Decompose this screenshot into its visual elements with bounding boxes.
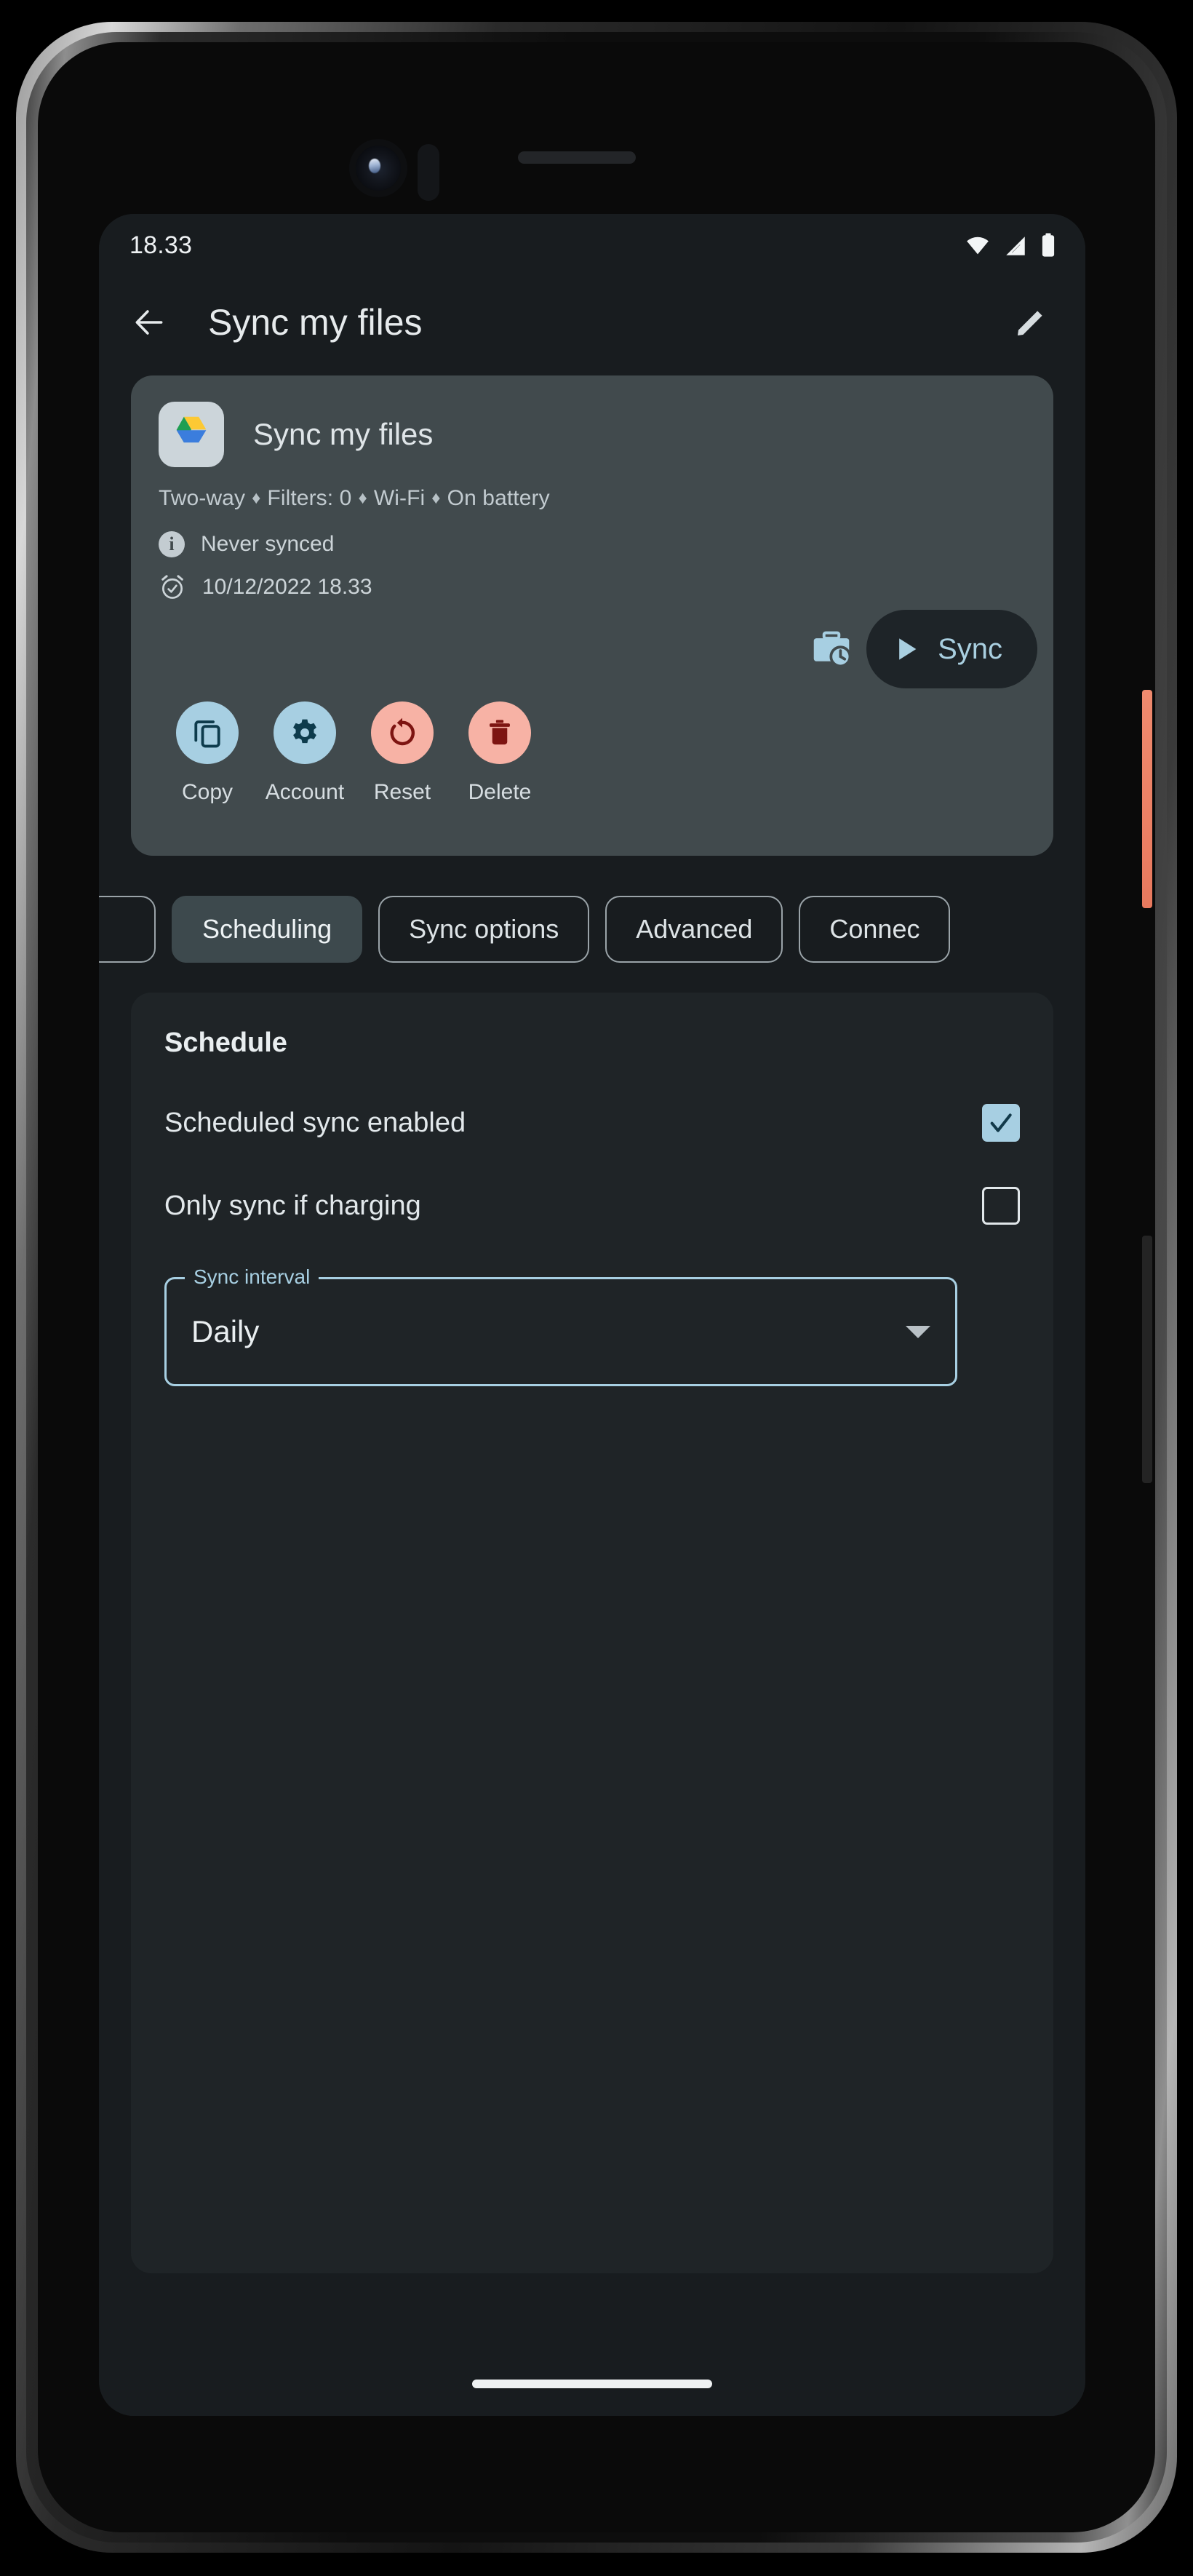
arrow-back-icon bbox=[135, 310, 163, 335]
account-button[interactable] bbox=[274, 701, 336, 764]
power-button[interactable] bbox=[1142, 690, 1152, 908]
detail-separator: ♦ bbox=[252, 488, 261, 508]
sync-button[interactable]: Sync bbox=[866, 610, 1037, 688]
screenshot-root: 18.33 Sync my files Sync my files Two-wa… bbox=[0, 0, 1193, 2576]
copy-action[interactable]: Copy bbox=[159, 701, 256, 805]
briefcase-clock-icon bbox=[813, 631, 852, 668]
sync-interval-select[interactable]: Daily bbox=[164, 1277, 957, 1386]
chevron-down-icon bbox=[906, 1325, 930, 1338]
sync-cluster: Sync bbox=[797, 610, 1037, 688]
drive-glyph bbox=[176, 416, 207, 443]
camera-glint bbox=[369, 159, 380, 173]
reset-action[interactable]: Reset bbox=[354, 701, 451, 805]
tab-connection[interactable]: Connec bbox=[799, 896, 951, 963]
account-label: Account bbox=[265, 780, 345, 804]
sync-interval-label: Sync interval bbox=[185, 1265, 319, 1289]
scheduled-sync-enabled-checkbox[interactable] bbox=[982, 1104, 1020, 1142]
account-action[interactable]: Account bbox=[256, 701, 354, 805]
tab-clipped-left[interactable] bbox=[99, 896, 156, 963]
copy-label: Copy bbox=[181, 780, 234, 804]
phone-screen: 18.33 Sync my files Sync my files Two-wa… bbox=[99, 214, 1085, 2416]
sync-interval-field[interactable]: Daily Sync interval bbox=[164, 1265, 957, 1386]
delete-label: Delete bbox=[468, 780, 532, 804]
detail-network: Wi-Fi bbox=[373, 486, 426, 510]
status-bar: 18.33 bbox=[99, 214, 1085, 277]
sync-status-row: i Never synced bbox=[131, 511, 1053, 557]
reset-icon bbox=[390, 717, 415, 746]
checkmark-icon bbox=[990, 1113, 1012, 1132]
volume-button[interactable] bbox=[1142, 1236, 1152, 1483]
detail-sync-type: Two-way bbox=[159, 486, 246, 510]
edit-button[interactable] bbox=[1002, 294, 1059, 351]
copy-button[interactable] bbox=[176, 701, 239, 764]
schedule-panel: Schedule Scheduled sync enabled Only syn… bbox=[131, 993, 1053, 2273]
wifi-icon bbox=[967, 236, 989, 255]
detail-power: On battery bbox=[447, 486, 550, 510]
reset-button[interactable] bbox=[371, 701, 434, 764]
gear-icon bbox=[293, 719, 316, 744]
sync-interval-value: Daily bbox=[191, 1314, 260, 1348]
next-sync-row: 10/12/2022 18.33 bbox=[131, 557, 1053, 601]
detail-filters: Filters: 0 bbox=[267, 486, 352, 510]
back-button[interactable] bbox=[121, 294, 177, 351]
only-sync-if-charging-label: Only sync if charging bbox=[164, 1190, 421, 1221]
folder-pair-card[interactable]: Sync my files Two-way ♦ Filters: 0 ♦ Wi-Fi ♦ O… bbox=[131, 375, 1053, 856]
scheduled-sync-enabled-row[interactable]: Scheduled sync enabled bbox=[164, 1104, 1020, 1142]
only-sync-if-charging-row[interactable]: Only sync if charging bbox=[164, 1187, 1020, 1225]
delete-action[interactable]: Delete bbox=[451, 701, 548, 805]
folder-pair-actions: Copy Account Reset Delete bbox=[131, 701, 548, 805]
scheduled-sync-enabled-label: Scheduled sync enabled bbox=[164, 1107, 466, 1138]
tab-bar[interactable]: Scheduling Sync options Advanced Connec bbox=[99, 889, 1085, 969]
status-bar-clock: 18.33 bbox=[129, 231, 193, 259]
folder-pair-name: Sync my files bbox=[253, 417, 434, 451]
earpiece-speaker bbox=[518, 151, 636, 164]
screen-content: 18.33 Sync my files Sync my files Two-wa… bbox=[99, 214, 1085, 2416]
schedule-heading: Schedule bbox=[164, 1027, 287, 1058]
cellular-signal-icon bbox=[1006, 236, 1025, 255]
reset-label: Reset bbox=[373, 780, 431, 804]
delete-button[interactable] bbox=[468, 701, 531, 764]
sync-status-text: Never synced bbox=[201, 532, 335, 556]
tab-sync-options[interactable]: Sync options bbox=[378, 896, 590, 963]
folder-pair-details: Two-way ♦ Filters: 0 ♦ Wi-Fi ♦ On battery bbox=[131, 467, 1053, 511]
tab-scheduling[interactable]: Scheduling bbox=[172, 896, 363, 963]
phone-body: 18.33 Sync my files Sync my files Two-wa… bbox=[38, 42, 1155, 2532]
only-sync-if-charging-checkbox[interactable] bbox=[982, 1187, 1020, 1225]
scheduled-sync-indicator-button[interactable] bbox=[797, 630, 866, 668]
gesture-navigation-bar[interactable] bbox=[472, 2380, 712, 2388]
tab-advanced[interactable]: Advanced bbox=[605, 896, 783, 963]
next-sync-text: 10/12/2022 18.33 bbox=[202, 575, 372, 599]
info-icon: i bbox=[159, 531, 185, 557]
copy-icon bbox=[194, 720, 220, 748]
sync-button-label: Sync bbox=[938, 632, 1002, 665]
battery-icon bbox=[1042, 233, 1055, 257]
play-triangle-icon bbox=[899, 638, 917, 660]
trash-icon bbox=[490, 720, 510, 745]
app-bar: Sync my files bbox=[99, 277, 1085, 368]
google-drive-icon bbox=[159, 402, 224, 467]
proximity-sensor-icon bbox=[418, 144, 439, 201]
pencil-edit-icon bbox=[1018, 311, 1042, 335]
detail-separator: ♦ bbox=[431, 488, 441, 508]
page-title: Sync my files bbox=[208, 302, 423, 343]
status-bar-icons bbox=[963, 232, 1058, 258]
folder-pair-header: Sync my files bbox=[131, 375, 1053, 467]
alarm-clock-icon bbox=[161, 575, 183, 599]
detail-separator: ♦ bbox=[358, 488, 367, 508]
